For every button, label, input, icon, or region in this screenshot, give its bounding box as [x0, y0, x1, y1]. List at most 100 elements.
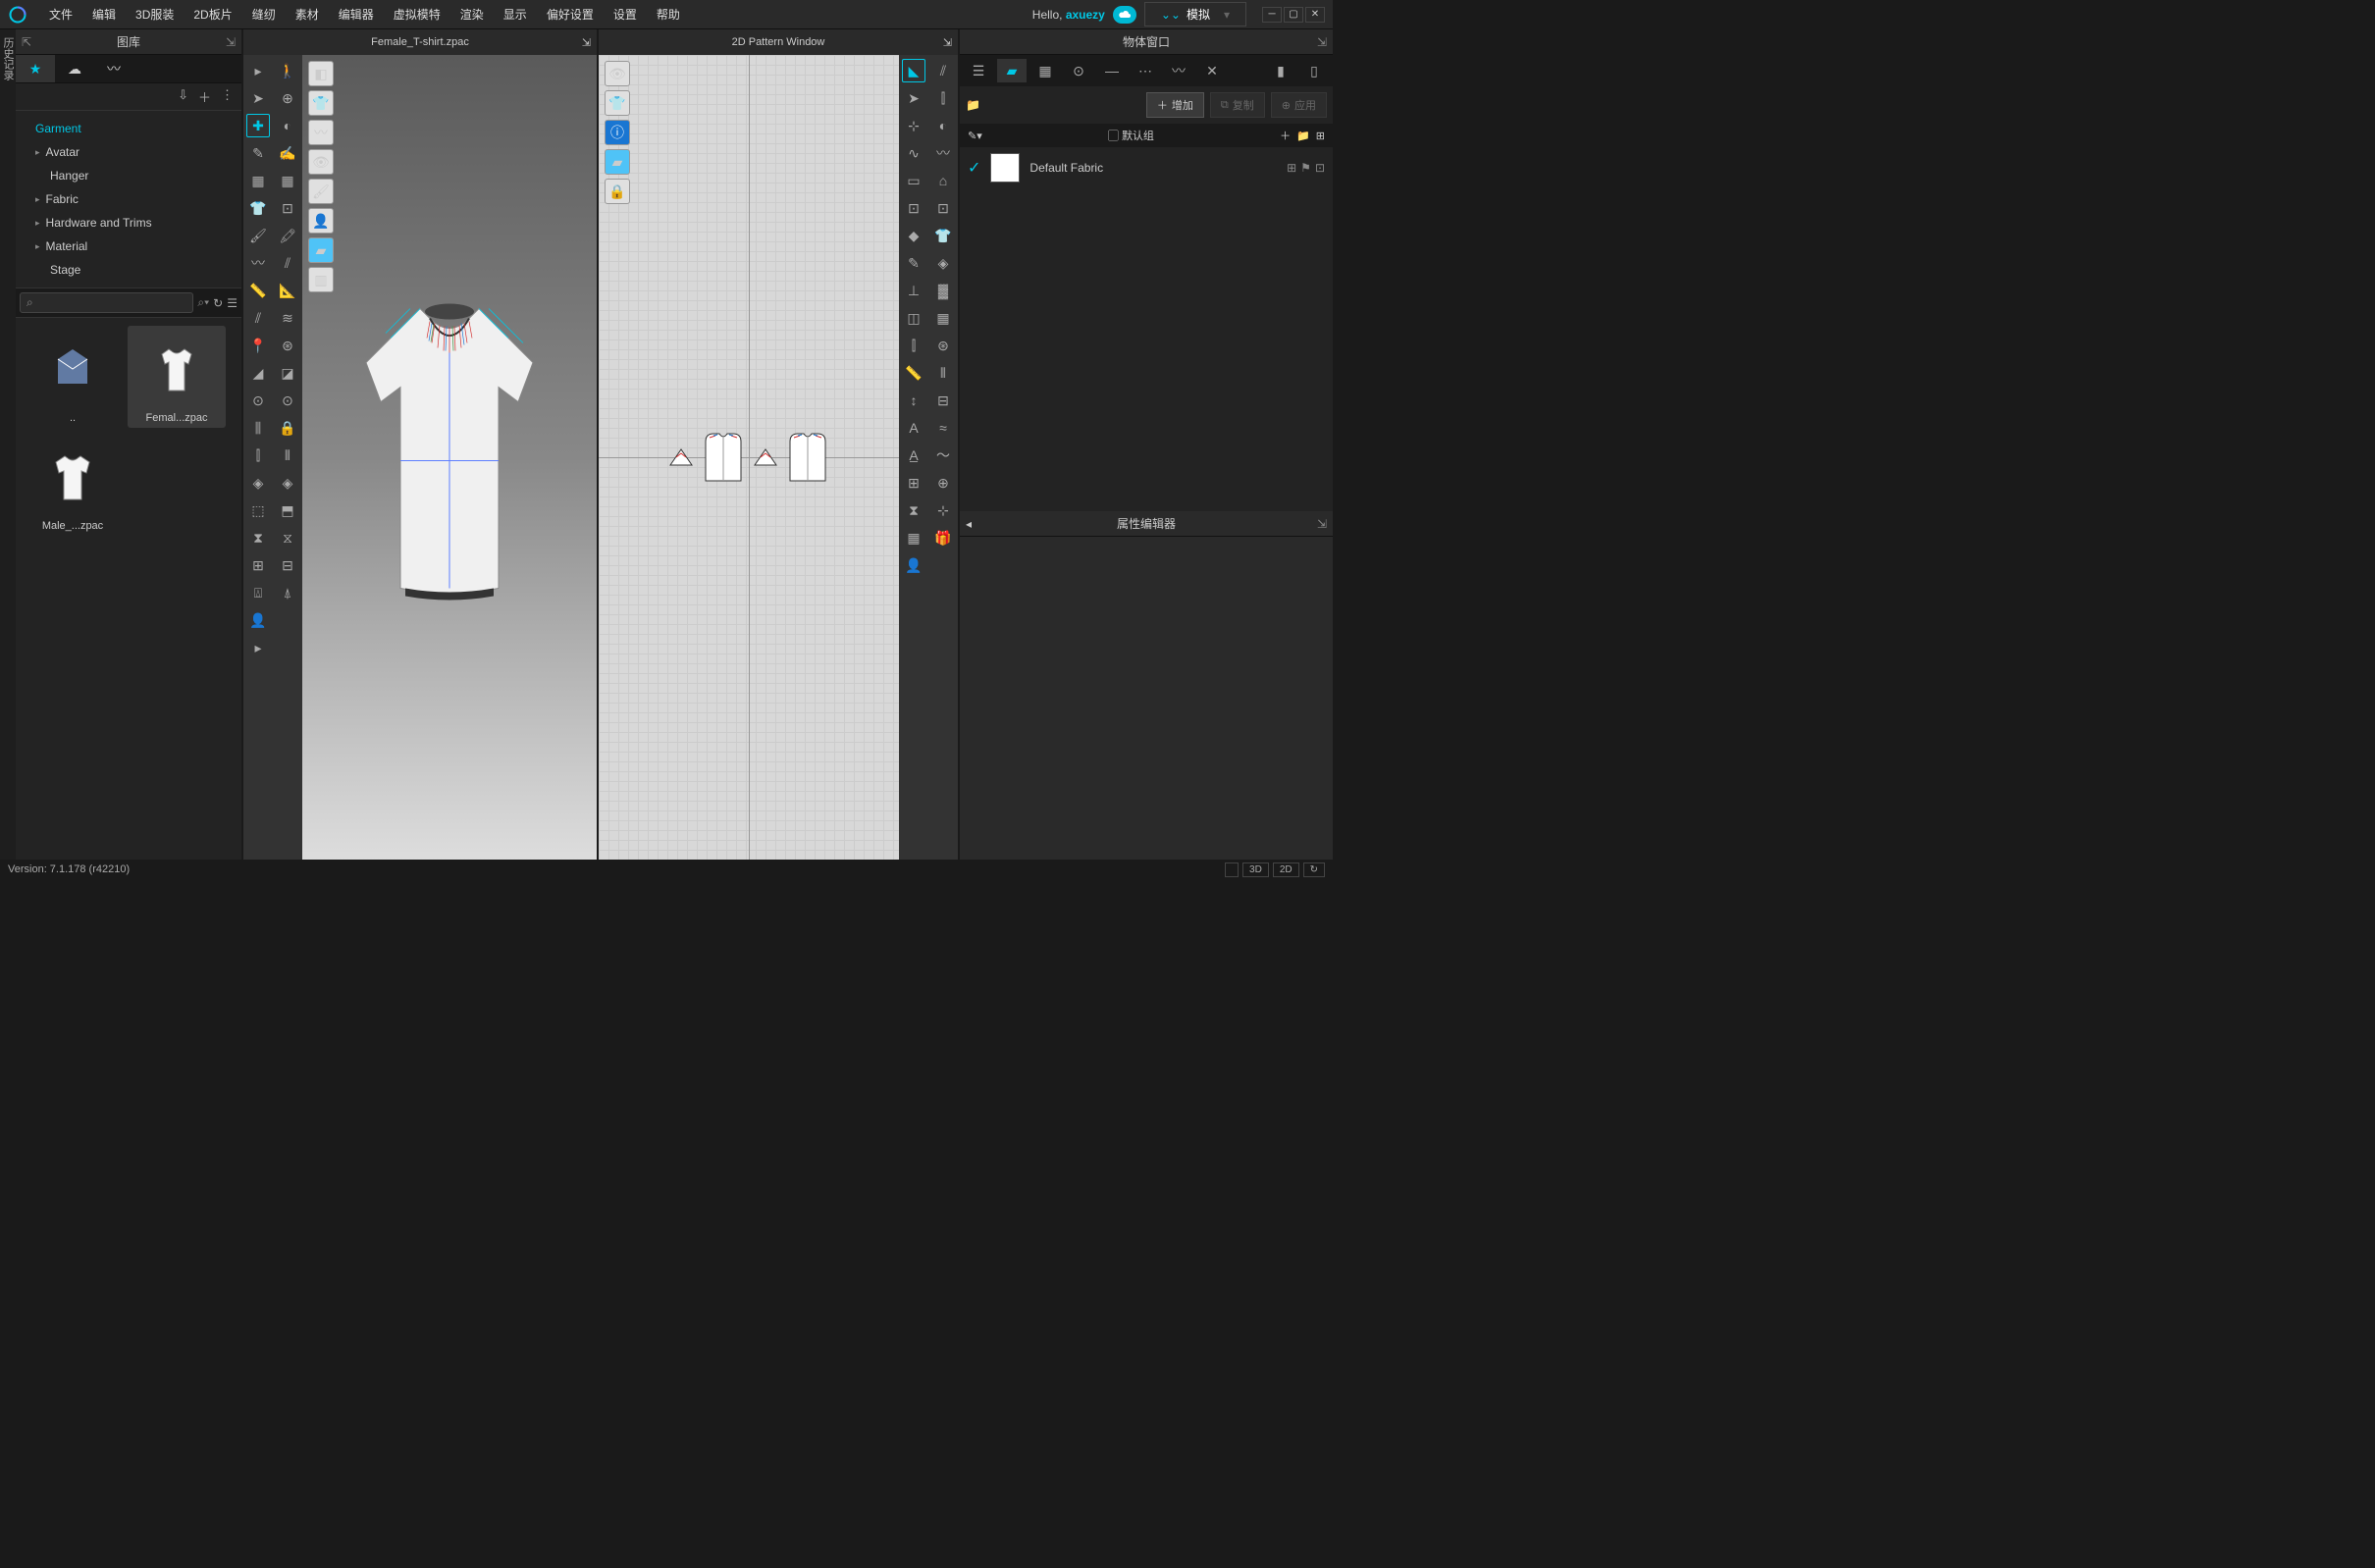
tool-2d-b11[interactable]: ⊛ [931, 334, 955, 357]
library-popin-icon[interactable]: ⇱ [22, 35, 31, 49]
3d-view-texture[interactable]: ▥ [308, 267, 334, 292]
group-folder-icon[interactable]: 📁 [1296, 130, 1310, 142]
status-2d[interactable]: 2D [1273, 862, 1299, 877]
library-tab-favorite[interactable]: ★ [16, 55, 55, 82]
thumb-female-tshirt[interactable]: Femal...zpac [128, 326, 226, 428]
cloud-button[interactable] [1113, 6, 1136, 24]
tool-2d-internal[interactable]: ⊡ [902, 196, 925, 220]
add-button[interactable]: ＋增加 [1146, 92, 1204, 118]
tool-3d-symmetry[interactable]: ⧗ [246, 526, 270, 549]
object-window-popout-icon[interactable]: ⇲ [1317, 35, 1327, 49]
library-more-icon[interactable]: ⋮ [221, 87, 234, 106]
tool-3d-b10[interactable]: ≋ [276, 306, 299, 330]
tool-3d-arrange[interactable]: ⊞ [246, 553, 270, 577]
tool-2d-b16[interactable]: ⊕ [931, 471, 955, 495]
status-refresh[interactable]: ↻ [1303, 862, 1325, 877]
tool-3d-b8[interactable]: ⫽ [276, 251, 299, 275]
viewport-3d-popout-icon[interactable]: ⇲ [582, 36, 591, 49]
viewport-2d[interactable]: 👁 👕 ⓘ ▰ 🔒 [599, 55, 899, 860]
tool-2d-measure[interactable]: 📏 [902, 361, 925, 385]
tool-2d-b2[interactable]: ⫿ [931, 86, 955, 110]
viewport-3d[interactable]: ◧ 👕 〰 👁 🖌 👤 ▰ ▥ [302, 55, 597, 860]
tool-2d-grain[interactable]: ↕ [902, 389, 925, 412]
3d-view-cube[interactable]: ◧ [308, 61, 334, 86]
tool-2d-b18[interactable]: 🎁 [931, 526, 955, 549]
tool-2d-b4[interactable]: 〰 [931, 141, 955, 165]
tool-2d-seam-allowance[interactable]: ◫ [902, 306, 925, 330]
app-logo[interactable] [8, 5, 27, 25]
2d-view-eye[interactable]: 👁 [605, 61, 630, 86]
obj-tab-topstitch[interactable]: 〰 [1164, 59, 1193, 82]
tree-stage[interactable]: Stage [27, 258, 230, 282]
apply-button[interactable]: ⊕应用 [1271, 92, 1327, 118]
menu-display[interactable]: 显示 [494, 6, 537, 23]
tool-2d-b7[interactable]: 👕 [931, 224, 955, 247]
library-tab-cloud[interactable]: ☁ [55, 55, 94, 82]
library-search-input[interactable] [37, 297, 187, 309]
tree-avatar[interactable]: ▸Avatar [27, 140, 230, 164]
tool-3d-b7[interactable]: 🖍 [276, 224, 299, 247]
fabric-plus-icon[interactable]: ⊞ [1287, 161, 1296, 175]
thumb-parent-folder[interactable]: .. [24, 326, 122, 428]
tool-2d-b5[interactable]: ⌂ [931, 169, 955, 192]
tool-3d-b4[interactable]: ✍ [276, 141, 299, 165]
tool-3d-mesh[interactable]: ▦ [246, 169, 270, 192]
tool-2d-select[interactable]: ◣ [902, 59, 925, 82]
obj-tab-more-b[interactable]: ▯ [1299, 59, 1329, 82]
tool-2d-b12[interactable]: ⫴ [931, 361, 955, 385]
tool-2d-b15[interactable]: 〜 [931, 444, 955, 467]
3d-view-seam[interactable]: 〰 [308, 120, 334, 145]
menu-settings[interactable]: 设置 [604, 6, 647, 23]
menu-file[interactable]: 文件 [39, 6, 82, 23]
fabric-swatch[interactable] [990, 153, 1020, 183]
group-grid-icon[interactable]: ⊞ [1316, 130, 1325, 142]
tool-3d-more[interactable]: ▸ [246, 636, 270, 659]
search-dropdown-icon[interactable]: ⌕▾ [197, 295, 209, 310]
tool-3d-trim[interactable]: ◈ [246, 471, 270, 495]
tool-2d-b9[interactable]: ▓ [931, 279, 955, 302]
tool-2d-curve[interactable]: ∿ [902, 141, 925, 165]
window-minimize[interactable]: ─ [1262, 7, 1282, 23]
status-3d[interactable]: 3D [1242, 862, 1269, 877]
fabric-flag-icon[interactable]: ⚑ [1300, 161, 1311, 175]
tool-2d-b10[interactable]: ▦ [931, 306, 955, 330]
tool-3d-zipper-a[interactable]: ⫼ [246, 416, 270, 440]
menu-3d-garment[interactable]: 3D服装 [126, 6, 184, 23]
viewport-2d-popout-icon[interactable]: ⇲ [943, 36, 952, 49]
tool-3d-move[interactable]: ✚ [246, 114, 270, 137]
tool-3d-b17[interactable]: ⬒ [276, 498, 299, 522]
library-tab-stripes[interactable]: 〰 [94, 55, 133, 82]
obj-tab-fabric[interactable]: ▰ [997, 59, 1027, 82]
tool-2d-text-a[interactable]: A [902, 416, 925, 440]
tool-3d-button[interactable]: ⊙ [246, 389, 270, 412]
pattern-back[interactable] [786, 430, 829, 485]
tool-3d-edit[interactable]: ✎ [246, 141, 270, 165]
menu-avatar[interactable]: 虚拟模特 [384, 6, 450, 23]
tool-3d-b18[interactable]: ⧖ [276, 526, 299, 549]
tool-3d-seam[interactable]: ⫽ [246, 306, 270, 330]
tool-2d-text-b[interactable]: A̲ [902, 444, 925, 467]
history-tab[interactable]: 历史记录 [0, 37, 16, 860]
tool-3d-hanger[interactable]: ⍍ [246, 581, 270, 604]
tool-2d-pattern[interactable]: ⊞ [902, 471, 925, 495]
property-chevron-icon[interactable]: ◂ [966, 517, 972, 531]
tool-3d-sew[interactable]: 〰 [246, 251, 270, 275]
menu-render[interactable]: 渲染 [450, 6, 494, 23]
tool-2d-point[interactable]: ⊹ [902, 114, 925, 137]
tool-2d-b14[interactable]: ≈ [931, 416, 955, 440]
tree-hardware[interactable]: ▸Hardware and Trims [27, 211, 230, 235]
3d-view-brush[interactable]: 🖌 [308, 179, 334, 204]
tool-3d-chevron[interactable]: ▸ [246, 59, 270, 82]
tool-3d-b9[interactable]: 📐 [276, 279, 299, 302]
tool-3d-b20[interactable]: ⍋ [276, 581, 299, 604]
obj-tab-button[interactable]: ⊙ [1064, 59, 1093, 82]
3d-view-surface[interactable]: ▰ [308, 237, 334, 263]
tool-2d-edit[interactable]: ➤ [902, 86, 925, 110]
2d-view-lock[interactable]: 🔒 [605, 179, 630, 204]
menu-2d-pattern[interactable]: 2D板片 [184, 6, 241, 23]
library-popout-icon[interactable]: ⇲ [226, 35, 236, 49]
obj-tab-list[interactable]: ☰ [964, 59, 993, 82]
2d-pattern-pieces[interactable] [668, 430, 829, 485]
pattern-sleeve-left[interactable] [668, 447, 694, 467]
obj-tab-trim[interactable]: ✕ [1197, 59, 1227, 82]
